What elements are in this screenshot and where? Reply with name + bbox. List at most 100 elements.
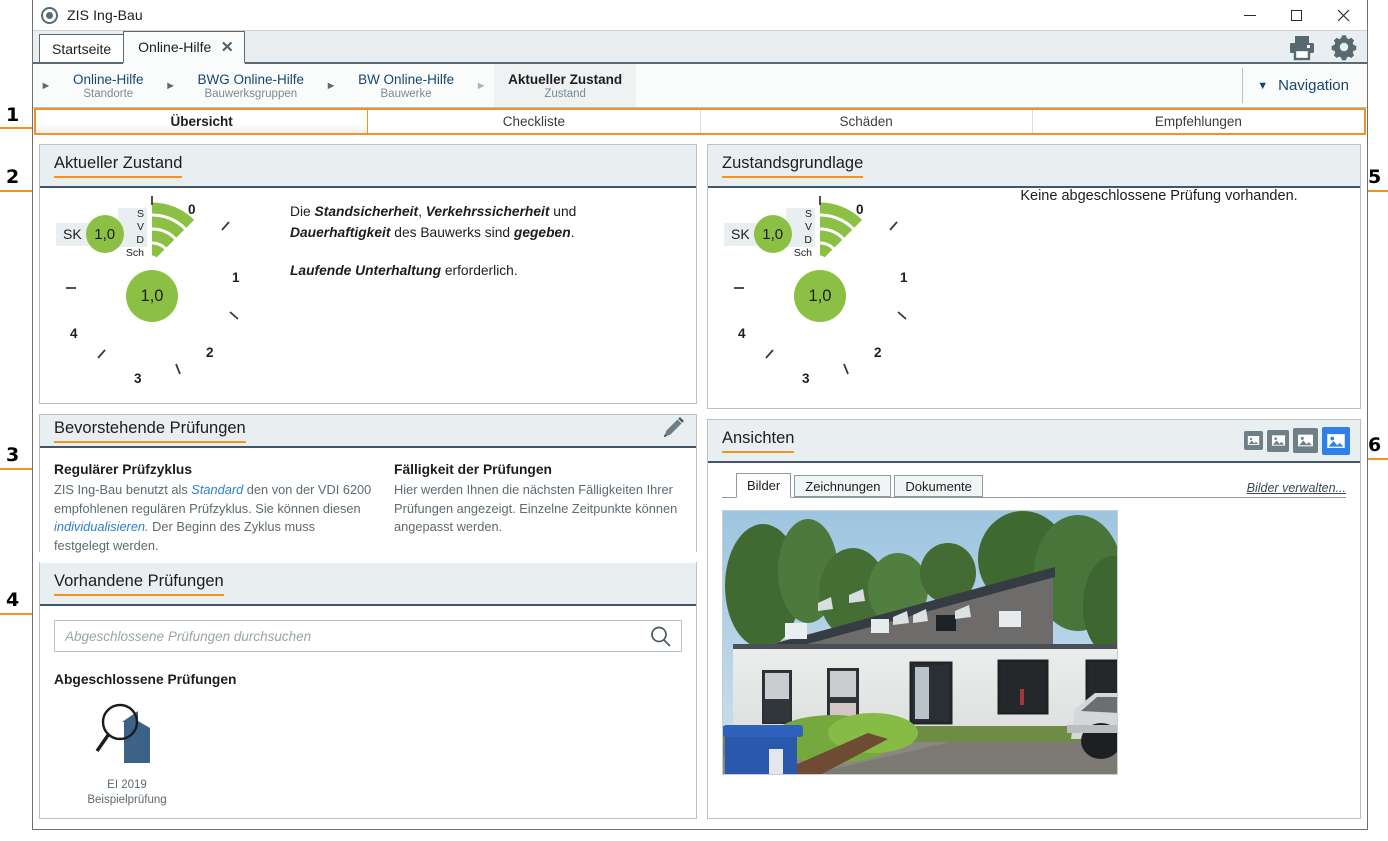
- tab-empfehlungen[interactable]: Empfehlungen: [1032, 110, 1364, 133]
- right-column: Zustandsgrundlage S V D Sch SK 1,0 1,0 0…: [707, 144, 1361, 819]
- basis-gauge-sk-badge: SK 1,0: [724, 215, 792, 253]
- gauge-sk-badge: SK 1,0: [56, 215, 124, 253]
- regulaerer-pruefzyklus-text: ZIS Ing-Bau benutzt als Standard den von…: [54, 482, 372, 553]
- chevron-down-icon: ▼: [1257, 79, 1269, 92]
- gauge-scale-0: 0: [188, 202, 196, 217]
- breadcrumb-item-3-sub: Zustand: [544, 87, 586, 100]
- gear-icon[interactable]: [1329, 32, 1359, 67]
- basis-gauge-sk-label: SK: [724, 222, 757, 246]
- basis-gauge-row: S V D Sch SK 1,0 1,0 0 1 2 3 4 Keine abg…: [708, 188, 1360, 408]
- app-title: ZIS Ing-Bau: [67, 7, 143, 23]
- subtab-zeichnungen-label: Zeichnungen: [805, 478, 881, 494]
- image-size-xsmall-icon[interactable]: [1244, 431, 1263, 450]
- tab-uebersicht-label: Übersicht: [170, 114, 233, 129]
- breadcrumb-item-online-hilfe[interactable]: Online-Hilfe Standorte: [59, 64, 158, 107]
- list-item-line1: EI 2019: [107, 779, 147, 792]
- annotation-2-number: 2: [6, 166, 20, 188]
- close-button[interactable]: [1320, 0, 1367, 31]
- navigation-button-label: Navigation: [1278, 77, 1349, 94]
- subtab-bilder[interactable]: Bilder: [736, 473, 792, 498]
- basis-gauge-scale-2: 2: [874, 345, 882, 360]
- tab-online-hilfe[interactable]: Online-Hilfe ✕: [123, 31, 245, 64]
- panel-bevorstehende-pruefungen: Bevorstehende Prüfungen Regulärer Prüfzy…: [39, 414, 697, 572]
- tab-uebersicht[interactable]: Übersicht: [36, 110, 369, 133]
- panel-ansichten-header: Ansichten: [708, 420, 1360, 463]
- subtab-bilder-label: Bilder: [747, 478, 781, 493]
- title-bar: ZIS Ing-Bau: [33, 0, 1367, 31]
- building-photo-image: [723, 511, 1117, 774]
- search-icon[interactable]: [649, 625, 673, 654]
- breadcrumb-items: ► Online-Hilfe Standorte ► BWG Online-Hi…: [33, 64, 637, 107]
- app-logo-icon: [41, 6, 58, 24]
- image-size-toggles: [1244, 426, 1350, 455]
- maximize-button[interactable]: [1273, 0, 1320, 31]
- breadcrumb-item-0-main: Online-Hilfe: [73, 71, 144, 87]
- panel-zustandsgrundlage-header: Zustandsgrundlage: [708, 145, 1360, 188]
- breadcrumb-item-aktueller-zustand[interactable]: Aktueller Zustand Zustand: [494, 64, 637, 107]
- panel-bevorstehende-pruefungen-tools: [660, 415, 686, 446]
- abgeschlossene-pruefungen-subtitle: Abgeschlossene Prüfungen: [54, 672, 237, 688]
- tab-close-icon[interactable]: ✕: [221, 40, 234, 55]
- breadcrumb: ► Online-Hilfe Standorte ► BWG Online-Hi…: [33, 64, 1367, 108]
- basis-gauge-sk-value: 1,0: [753, 215, 792, 253]
- annotation-6-number: 6: [1368, 434, 1382, 456]
- tab-checkliste[interactable]: Checkliste: [368, 110, 701, 133]
- breadcrumb-arrow-icon: ►: [325, 79, 337, 92]
- tab-startseite[interactable]: Startseite: [39, 34, 125, 62]
- panel-ansichten-title: Ansichten: [722, 428, 795, 454]
- panel-aktueller-zustand-header: Aktueller Zustand: [40, 145, 696, 188]
- navigation-button[interactable]: ▼ Navigation: [1243, 64, 1367, 107]
- breadcrumb-item-1-sub: Bauwerksgruppen: [204, 87, 298, 100]
- subtab-zeichnungen[interactable]: Zeichnungen: [794, 475, 892, 497]
- gauge-scale-2: 2: [206, 345, 214, 360]
- gauge-main-value: 1,0: [126, 270, 178, 322]
- breadcrumb-arrow-icon: ►: [475, 79, 487, 92]
- faelligkeit-der-pruefungen: Fälligkeit der Prüfungen Hier werden Ihn…: [394, 462, 678, 555]
- pruefzyklus-columns: Regulärer Prüfzyklus ZIS Ing-Bau benutzt…: [40, 448, 696, 571]
- app-window: ZIS Ing-Bau Startseite Online-Hilfe ✕ ► …: [32, 0, 1368, 830]
- tab-schaeden[interactable]: Schäden: [700, 110, 1033, 133]
- regulaerer-pruefzyklus-heading: Regulärer Prüfzyklus: [54, 462, 193, 478]
- gauge-scale-3: 3: [134, 371, 142, 386]
- main-tab-bar: Übersicht Checkliste Schäden Empfehlunge…: [34, 108, 1366, 135]
- gauge-sk-label: SK: [56, 222, 89, 246]
- breadcrumb-item-3-main: Aktueller Zustand: [508, 71, 623, 87]
- search-box[interactable]: [54, 620, 682, 654]
- link-individualisieren[interactable]: individualisieren.: [54, 519, 149, 534]
- condition-summary-line2: Laufende Unterhaltung erforderlich.: [290, 263, 518, 279]
- panel-aktueller-zustand-body: S V D Sch SK 1,0 1,0 0 1 2 3 4 Die Stand…: [40, 188, 696, 404]
- pencil-icon[interactable]: [660, 415, 686, 446]
- tab-schaeden-label: Schäden: [839, 114, 893, 129]
- print-icon[interactable]: [1287, 33, 1317, 66]
- panel-bevorstehende-pruefungen-body: Regulärer Prüfzyklus ZIS Ing-Bau benutzt…: [40, 448, 696, 572]
- image-size-small-icon[interactable]: [1267, 429, 1289, 452]
- breadcrumb-item-bwg-online-hilfe[interactable]: BWG Online-Hilfe Bauwerksgruppen: [184, 64, 319, 107]
- subtab-dokumente[interactable]: Dokumente: [894, 475, 983, 497]
- content-area: Aktueller Zustand S V D Sch SK 1,0 1,0 0…: [33, 136, 1367, 829]
- list-item[interactable]: EI 2019 Beispielprüfung: [72, 697, 182, 808]
- annotation-1-number: 1: [6, 104, 20, 126]
- list-item-line2: Beispielprüfung: [87, 794, 167, 807]
- manage-images-link[interactable]: Bilder verwalten...: [1247, 481, 1346, 497]
- panel-vorhandene-pruefungen-header: Vorhandene Prüfungen: [40, 563, 696, 607]
- left-column: Aktueller Zustand S V D Sch SK 1,0 1,0 0…: [39, 144, 697, 819]
- tabstrip-tools: [1287, 32, 1359, 67]
- basis-gauge-scale-3: 3: [802, 371, 810, 386]
- basis-gauge-scale-1: 1: [900, 270, 908, 285]
- breadcrumb-item-bw-online-hilfe[interactable]: BW Online-Hilfe Bauwerke: [344, 64, 468, 107]
- basis-gauge: S V D Sch SK 1,0 1,0 0 1 2 3 4: [708, 188, 958, 398]
- gauge-sk-value: 1,0: [85, 215, 124, 253]
- tab-startseite-label: Startseite: [52, 40, 112, 57]
- breadcrumb-item-1-main: BWG Online-Hilfe: [197, 71, 305, 87]
- breadcrumb-spacer: [636, 64, 1242, 107]
- image-size-large-icon[interactable]: [1322, 426, 1350, 455]
- image-size-medium-icon[interactable]: [1293, 428, 1318, 453]
- search-input[interactable]: [65, 628, 643, 644]
- close-icon: [1337, 9, 1350, 22]
- breadcrumb-item-2-main: BW Online-Hilfe: [358, 71, 455, 87]
- condition-gauge-row: S V D Sch SK 1,0 1,0 0 1 2 3 4 Die Stand…: [40, 188, 696, 398]
- annotation-3-number: 3: [6, 444, 20, 466]
- minimize-button[interactable]: [1226, 0, 1273, 31]
- link-standard[interactable]: Standard: [191, 482, 243, 497]
- building-photo[interactable]: [722, 510, 1118, 775]
